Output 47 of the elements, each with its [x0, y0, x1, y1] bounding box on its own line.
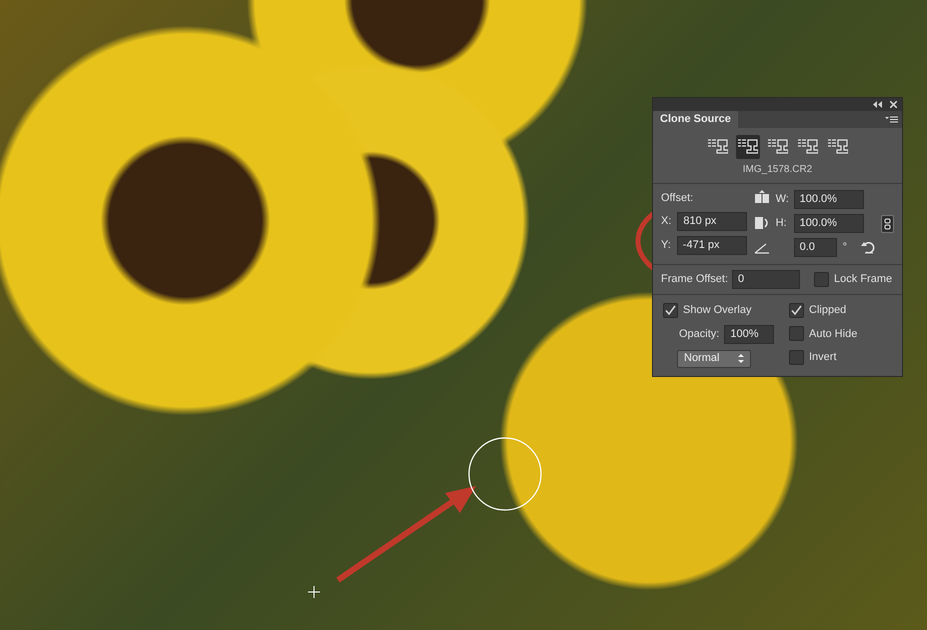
checkbox-label: Clipped [809, 303, 846, 318]
reset-icon[interactable] [861, 242, 875, 254]
input-field[interactable]: 0.0 [794, 238, 837, 257]
checkbox[interactable] [789, 350, 804, 365]
checkbox-label: Auto Hide [809, 326, 858, 342]
stamp-icon [828, 138, 848, 156]
input-field[interactable]: 0 [732, 270, 800, 289]
field-label: Opacity: [679, 326, 720, 342]
checkbox[interactable] [663, 302, 678, 318]
input-field[interactable]: 100% [724, 324, 774, 344]
checkbox[interactable] [789, 326, 804, 342]
source-filename: IMG_1578.CR2 [742, 163, 812, 177]
angle-icon [754, 242, 770, 254]
chain-link-icon [884, 218, 891, 230]
input-field[interactable]: -471 px [676, 236, 747, 254]
field-label: X: [661, 214, 672, 229]
updown-caret-icon [738, 354, 744, 363]
field-label: W: [776, 192, 788, 208]
field-label: H: [776, 216, 788, 232]
degree-symbol: ° [842, 240, 847, 256]
close-icon[interactable] [890, 101, 897, 108]
menu-icon[interactable] [885, 116, 898, 124]
checkbox-label: Show Overlay [683, 303, 752, 318]
flip-horizontal-icon[interactable] [754, 190, 770, 204]
offset-label: Offset: [661, 191, 694, 206]
checkmark-icon [665, 304, 676, 316]
input-field[interactable]: 100.0% [794, 214, 864, 233]
checkbox-label: Invert [809, 350, 837, 365]
collapse-icon[interactable] [873, 101, 882, 108]
link-button[interactable] [881, 214, 894, 232]
stamp-icon [798, 138, 818, 156]
stamp-icon [738, 138, 758, 156]
field-label: Y: [661, 238, 671, 253]
crosshair-cursor [308, 586, 320, 598]
stamp-icon [708, 138, 728, 156]
input-field[interactable]: 100.0% [794, 190, 864, 209]
flip-vertical-icon[interactable] [754, 216, 770, 230]
input-field[interactable]: 810 px [677, 212, 748, 230]
field-label: Frame Offset: [661, 272, 728, 288]
clone-source-button[interactable] [736, 135, 760, 159]
blend-mode-dropdown[interactable]: Normal [677, 350, 751, 368]
panel-tab[interactable]: Clone Source [653, 111, 738, 128]
checkbox-label: Lock Frame [834, 272, 892, 288]
checkmark-icon [791, 304, 802, 316]
stamp-icon [768, 138, 788, 156]
checkbox[interactable] [789, 302, 804, 318]
checkbox[interactable] [814, 272, 830, 287]
